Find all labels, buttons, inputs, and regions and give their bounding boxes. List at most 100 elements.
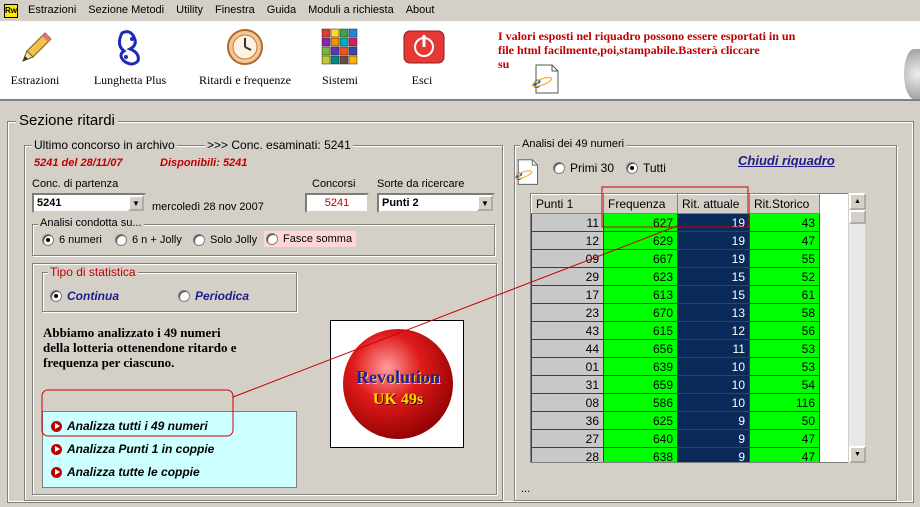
- analyze-punti1-coppie-button[interactable]: Analizza Punti 1 in coppie: [51, 442, 214, 456]
- start-date: mercoledì 28 nov 2007: [152, 201, 264, 213]
- radio-dot: [50, 290, 62, 302]
- table-scrollbar[interactable]: ▲ ▼: [848, 193, 866, 463]
- radio-tutti[interactable]: Tutti: [626, 161, 666, 175]
- grid-cell: [339, 46, 349, 56]
- grid-cell: [348, 28, 358, 38]
- play-icon: [51, 443, 62, 455]
- export-html-icon[interactable]: e: [513, 158, 541, 186]
- close-panel-link[interactable]: Chiudi riquadro: [738, 153, 835, 168]
- tool-lunghetta-plus[interactable]: Lunghetta Plus: [84, 27, 176, 88]
- scroll-up-button[interactable]: ▲: [849, 193, 866, 210]
- concorsi-field[interactable]: 5241: [305, 193, 369, 213]
- menu-utility[interactable]: Utility: [170, 0, 209, 21]
- section-title: Sezione ritardi: [16, 112, 118, 129]
- table-row[interactable]: 23 670 13 58: [531, 303, 820, 322]
- radio-label: 6 n + Jolly: [132, 234, 182, 246]
- tool-sistemi[interactable]: Sistemi: [312, 27, 368, 88]
- menu-guida[interactable]: Guida: [261, 0, 302, 21]
- tool-label: Estrazioni: [10, 73, 60, 87]
- table-header-row: Punti 1 Frequenza Rit. attuale Rit.Stori…: [531, 194, 820, 214]
- grid-cell: [339, 55, 349, 65]
- start-combo-value: 5241: [37, 197, 62, 209]
- analyze-all-49-button[interactable]: Analizza tutti i 49 numeri: [51, 419, 208, 433]
- analyze-actions: Analizza tutti i 49 numeri Analizza Punt…: [42, 411, 297, 488]
- radio-fasce-somma[interactable]: Fasce somma: [264, 231, 357, 247]
- description: Abbiamo analizzato i 49 numeri della lot…: [43, 325, 237, 370]
- table-cell: 10: [677, 375, 750, 394]
- html-file-icon[interactable]: e: [530, 63, 562, 95]
- menu-finestra[interactable]: Finestra: [209, 0, 261, 21]
- table-cell: 638: [603, 447, 678, 462]
- sorte-combo[interactable]: Punti 2 ▼: [377, 193, 495, 213]
- play-icon: [51, 466, 62, 478]
- menu-about[interactable]: About: [400, 0, 441, 21]
- table-row[interactable]: 43 615 12 56: [531, 321, 820, 340]
- table-cell: 659: [603, 375, 678, 394]
- table-cell: 23: [531, 303, 604, 322]
- table-cell: 627: [603, 213, 678, 232]
- column-header[interactable]: Rit.Storico: [749, 194, 820, 214]
- start-combo[interactable]: 5241 ▼: [32, 193, 146, 213]
- table-cell: 10: [677, 393, 750, 412]
- chevron-down-icon[interactable]: ▼: [128, 195, 144, 211]
- grid-cell: [330, 55, 340, 65]
- table-row[interactable]: 36 625 9 50: [531, 411, 820, 430]
- table-cell: 19: [677, 213, 750, 232]
- table-row[interactable]: 17 613 15 61: [531, 285, 820, 304]
- scroll-thumb[interactable]: [849, 210, 866, 224]
- table-cell: 12: [531, 231, 604, 250]
- table-cell: 15: [677, 285, 750, 304]
- radio-solo-jolly[interactable]: Solo Jolly: [193, 234, 257, 246]
- menu-sezione-metodi[interactable]: Sezione Metodi: [82, 0, 170, 21]
- table-cell: 116: [749, 393, 820, 412]
- app-icon[interactable]: Rw: [4, 3, 18, 18]
- radio-dot: [178, 290, 190, 302]
- scroll-down-button[interactable]: ▼: [849, 446, 866, 463]
- radio-periodica[interactable]: Periodica: [178, 289, 249, 303]
- table-cell: 670: [603, 303, 678, 322]
- table-row[interactable]: 29 623 15 52: [531, 267, 820, 286]
- table-row[interactable]: 11 627 19 43: [531, 213, 820, 232]
- available-count: Disponibili: 5241: [160, 157, 248, 169]
- table-row[interactable]: 12 629 19 47: [531, 231, 820, 250]
- table-cell: 10: [677, 357, 750, 376]
- action-label: Analizza tutte le coppie: [67, 465, 200, 479]
- table-cell: 47: [749, 429, 820, 448]
- analyze-all-pairs-button[interactable]: Analizza tutte le coppie: [51, 465, 200, 479]
- table-cell: 52: [749, 267, 820, 286]
- tool-ritardi-e-frequenze[interactable]: Ritardi e frequenze: [190, 27, 300, 88]
- tool-label: Esci: [411, 73, 433, 87]
- table-cell: 56: [749, 321, 820, 340]
- column-header[interactable]: Punti 1: [531, 194, 604, 214]
- table-cell: 09: [531, 249, 604, 268]
- description-line: Abbiamo analizzato i 49 numeri: [43, 325, 221, 340]
- lottery-hand-icon: [110, 27, 150, 67]
- table-row[interactable]: 28 638 9 47: [531, 447, 820, 462]
- archive-group-title: Ultimo concorso in archivo: [32, 138, 177, 152]
- chevron-down-icon[interactable]: ▼: [477, 195, 493, 211]
- tool-estrazioni[interactable]: Estrazioni: [6, 27, 64, 88]
- table-row[interactable]: 31 659 10 54: [531, 375, 820, 394]
- tool-esci[interactable]: Esci: [396, 27, 448, 88]
- radio-primi-30[interactable]: Primi 30: [553, 161, 614, 175]
- radio-6-numeri[interactable]: 6 numeri: [42, 234, 102, 246]
- table-row[interactable]: 08 586 10 116: [531, 393, 820, 412]
- table-row[interactable]: 01 639 10 53: [531, 357, 820, 376]
- column-header[interactable]: Frequenza: [603, 194, 678, 214]
- table-row[interactable]: 09 667 19 55: [531, 249, 820, 268]
- analysis-group-title: Analisi condotta su...: [38, 217, 144, 229]
- concorsi-label: Concorsi: [312, 178, 356, 190]
- column-header[interactable]: Rit. attuale: [677, 194, 750, 214]
- radio-continua[interactable]: Continua: [50, 289, 119, 303]
- table-row[interactable]: 44 656 11 53: [531, 339, 820, 358]
- grid-cell: [321, 46, 331, 56]
- menu-estrazioni[interactable]: Estrazioni: [22, 0, 82, 21]
- table-cell: 43: [749, 213, 820, 232]
- pencil-icon: [15, 27, 55, 67]
- radio-label: Tutti: [643, 161, 666, 175]
- revolution-logo: Revolution UK 49s: [330, 320, 464, 448]
- radio-6n-jolly[interactable]: 6 n + Jolly: [115, 234, 182, 246]
- menu-moduli-a-richiesta[interactable]: Moduli a richiesta: [302, 0, 400, 21]
- table-row[interactable]: 27 640 9 47: [531, 429, 820, 448]
- radio-dot: [193, 234, 205, 246]
